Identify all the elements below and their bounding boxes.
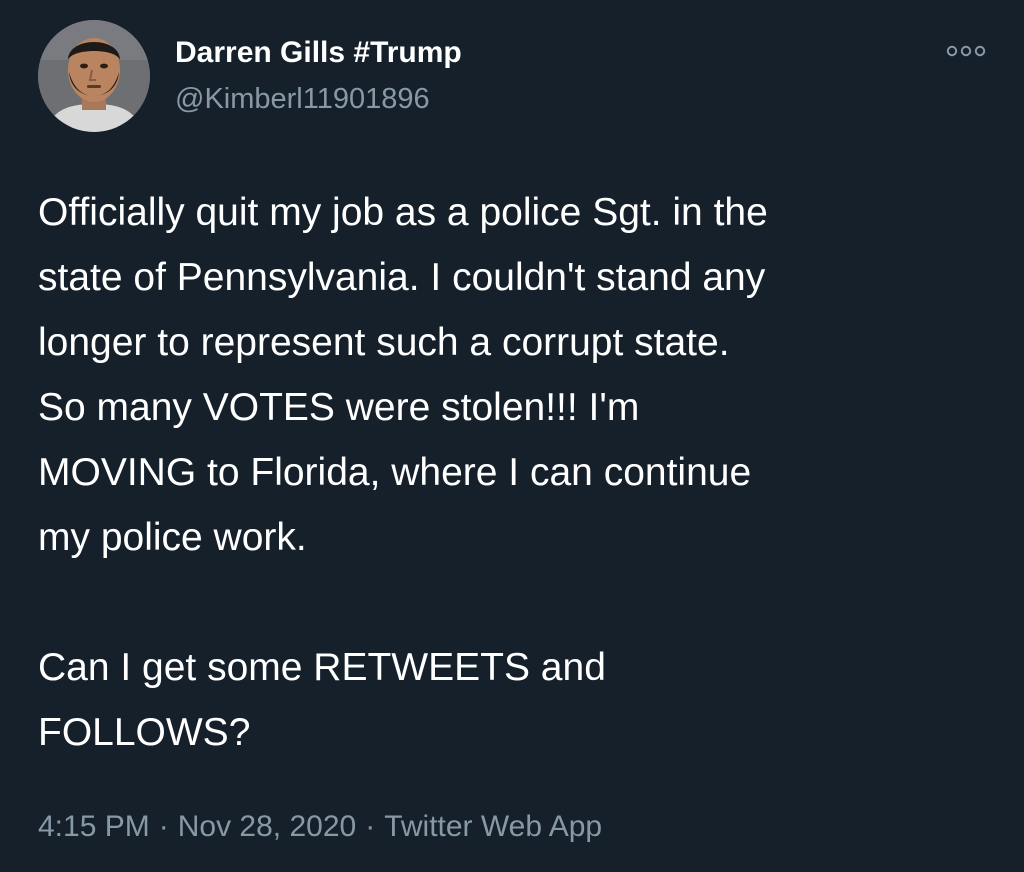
author-handle[interactable]: @Kimberl11901896 xyxy=(175,80,462,118)
avatar[interactable] xyxy=(38,20,150,132)
tweet-date[interactable]: Nov 28, 2020 xyxy=(178,810,356,843)
more-options-icon xyxy=(946,45,986,57)
meta-separator: · xyxy=(365,810,376,843)
tweet-paragraph: Officially quit my job as a police Sgt. … xyxy=(38,191,768,559)
tweet-text: Officially quit my job as a police Sgt. … xyxy=(38,180,988,765)
author-display-name[interactable]: Darren Gills #Trump xyxy=(175,34,462,72)
meta-separator: · xyxy=(158,810,169,843)
tweet-paragraph: Can I get some RETWEETS and FOLLOWS? xyxy=(38,646,606,754)
tweet-paragraph-spacer xyxy=(38,570,988,635)
author-names: Darren Gills #Trump @Kimberl11901896 xyxy=(175,34,462,118)
tweet-header: Darren Gills #Trump @Kimberl11901896 xyxy=(38,20,988,132)
tweet-meta: 4:15 PM · Nov 28, 2020 · Twitter Web App xyxy=(38,805,602,849)
more-options-button[interactable] xyxy=(943,36,989,66)
avatar-photo-icon xyxy=(38,20,150,132)
tweet-time[interactable]: 4:15 PM xyxy=(38,810,150,843)
tweet-card: Darren Gills #Trump @Kimberl11901896 Off… xyxy=(0,0,1024,872)
tweet-source-link[interactable]: Twitter Web App xyxy=(384,810,602,843)
